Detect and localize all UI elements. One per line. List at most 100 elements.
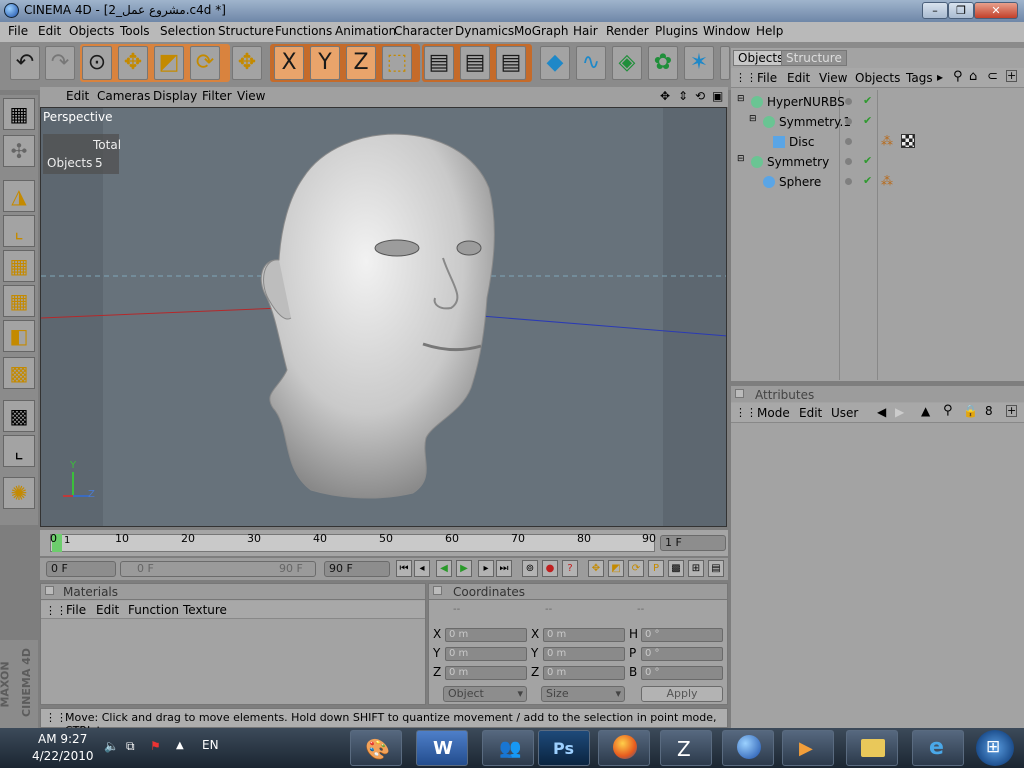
nurbs-icon[interactable]: ◈ [612, 46, 642, 80]
texture-axis-icon[interactable]: ⌞ [3, 435, 35, 467]
object-menu-tags[interactable]: Tags [906, 71, 933, 85]
render-settings-icon[interactable]: ▤ [496, 46, 526, 80]
network-icon[interactable]: ⧉ [126, 739, 135, 754]
size-x-field[interactable]: 0 m [543, 628, 625, 642]
viewport-menu-cameras[interactable]: Cameras [97, 89, 150, 103]
object-row-symmetry1[interactable]: ⊟ Symmetry.1 ✔ [731, 112, 1024, 132]
z-axis-icon[interactable]: Z [346, 46, 376, 80]
menu-hair[interactable]: Hair [573, 24, 598, 38]
render-picture-viewer-icon[interactable]: ▤ [460, 46, 490, 80]
material-menu-texture[interactable]: Texture [183, 603, 227, 617]
firefox-app-icon[interactable] [598, 730, 650, 766]
visibility-dot[interactable] [845, 178, 852, 185]
render-view-icon[interactable]: ▤ [424, 46, 454, 80]
select-icon[interactable]: ⊙ [82, 46, 112, 80]
word-app-icon[interactable]: W [416, 730, 468, 766]
object-row-sphere[interactable]: Sphere ✔ ⁂ [731, 172, 1024, 192]
object-name[interactable]: Disc [789, 135, 814, 149]
move-icon[interactable]: ✥ [118, 46, 148, 80]
object-name[interactable]: Symmetry.1 [779, 115, 851, 129]
menu-file[interactable]: File [8, 24, 28, 38]
autokey-icon[interactable]: ? [562, 560, 578, 577]
undo-icon[interactable]: ↶ [10, 46, 40, 80]
object-menu-objects[interactable]: Objects [855, 71, 900, 85]
menu-mograph[interactable]: MoGraph [514, 24, 569, 38]
menu-structure[interactable]: Structure [218, 24, 274, 38]
timeline-window-icon[interactable]: ▤ [708, 560, 724, 577]
menu-window[interactable]: Window [703, 24, 750, 38]
texture-mode-icon[interactable]: ▩ [3, 400, 35, 432]
up-arrow-icon[interactable]: ▲ [921, 404, 930, 418]
expand-icon[interactable]: ⊟ [749, 114, 757, 124]
timeline-ruler[interactable]: 1 0 10 20 30 40 50 60 70 80 90 1 F [40, 530, 728, 556]
enabled-check-icon[interactable]: ✔ [863, 114, 872, 127]
attribute-menu-mode[interactable]: Mode [757, 406, 790, 420]
search-icon[interactable]: ⚲ [943, 403, 953, 418]
visibility-dot[interactable] [845, 158, 852, 165]
home-icon[interactable]: ⌂ [969, 69, 977, 84]
menu-selection[interactable]: Selection [160, 24, 215, 38]
media-app-icon[interactable]: ▶ [782, 730, 834, 766]
menu-render[interactable]: Render [606, 24, 649, 38]
volume-icon[interactable]: 🔈 [104, 739, 119, 753]
menu-help[interactable]: Help [756, 24, 783, 38]
start-button[interactable]: ⊞ [976, 730, 1014, 766]
phong-tag-icon[interactable]: ⁂ [881, 134, 893, 148]
uvw-points-icon[interactable]: ◧ [3, 320, 35, 352]
show-hidden-icons-icon[interactable]: ▲ [176, 740, 184, 751]
size-z-field[interactable]: 0 m [543, 666, 625, 680]
object-menu-edit[interactable]: Edit [787, 71, 810, 85]
x-axis-icon[interactable]: X [274, 46, 304, 80]
object-name[interactable]: Sphere [779, 175, 821, 189]
spline-icon[interactable]: ∿ [576, 46, 606, 80]
phong-tag-icon[interactable]: ⁂ [881, 174, 893, 188]
move-active-icon[interactable]: ✥ [232, 46, 262, 80]
language-indicator[interactable]: EN [202, 738, 219, 752]
panel-toggle-icon[interactable] [45, 586, 54, 595]
position-y-field[interactable]: 0 m [445, 647, 527, 661]
y-axis-icon[interactable]: Y [310, 46, 340, 80]
object-name[interactable]: Symmetry [767, 155, 829, 169]
menu-animation[interactable]: Animation [335, 24, 396, 38]
camera-icon[interactable] [720, 46, 730, 80]
zbrush-app-icon[interactable]: Z [660, 730, 712, 766]
menu-objects[interactable]: Objects [69, 24, 114, 38]
object-row-hypernurbs[interactable]: ⊟ HyperNURBS ✔ [731, 92, 1024, 112]
clock-date[interactable]: 4/22/2010 [32, 749, 94, 763]
key-pla-icon[interactable]: ▩ [668, 560, 684, 577]
coordinate-system-icon[interactable]: ⬚ [382, 46, 412, 80]
size-mode-dropdown[interactable]: Size ▾ [541, 686, 625, 702]
viewport-maximize-icon[interactable]: ▣ [712, 89, 723, 103]
forward-arrow-icon[interactable]: ▶ [895, 405, 904, 419]
explorer-folder-icon[interactable] [846, 730, 898, 766]
clock-time[interactable]: AM 9:27 [38, 732, 87, 746]
visibility-dot[interactable] [845, 118, 852, 125]
menu-plugins[interactable]: Plugins [655, 24, 698, 38]
material-menu-edit[interactable]: Edit [96, 603, 119, 617]
cinema4d-app-icon[interactable] [722, 730, 774, 766]
object-row-disc[interactable]: Disc ⁂ [731, 132, 1024, 152]
model-mode-icon[interactable]: ▦ [3, 98, 35, 130]
paint-mode-icon[interactable]: ✺ [3, 477, 35, 509]
position-x-field[interactable]: 0 m [445, 628, 527, 642]
viewport-nav-rotate-icon[interactable]: ⟲ [695, 89, 705, 103]
perspective-viewport[interactable]: Perspective Total Objects 5 Y Z [40, 107, 727, 527]
position-z-field[interactable]: 0 m [445, 666, 527, 680]
scale-icon[interactable]: ◩ [154, 46, 184, 80]
object-name[interactable]: HyperNURBS [767, 95, 845, 109]
object-menu-file[interactable]: File [757, 71, 777, 85]
minimize-button[interactable]: – [922, 2, 948, 19]
apply-button[interactable]: Apply [641, 686, 723, 702]
scheme-settings-icon[interactable]: ⊞ [688, 560, 704, 577]
visibility-dot[interactable] [845, 98, 852, 105]
preview-range-slider[interactable]: 0 F 90 F [120, 561, 316, 577]
paint-app-icon[interactable]: 🎨 [350, 730, 402, 766]
photoshop-app-icon[interactable]: Ps [538, 730, 590, 766]
link-icon[interactable]: ⊂ [987, 69, 998, 84]
next-frame-icon[interactable]: ▸ [478, 560, 494, 577]
visibility-dot[interactable] [845, 138, 852, 145]
end-frame-field[interactable]: 90 F [324, 561, 390, 577]
record-keys-icon[interactable]: ⊚ [522, 560, 538, 577]
current-frame-field[interactable]: 1 F [660, 535, 726, 551]
timeline-track[interactable] [50, 534, 655, 552]
